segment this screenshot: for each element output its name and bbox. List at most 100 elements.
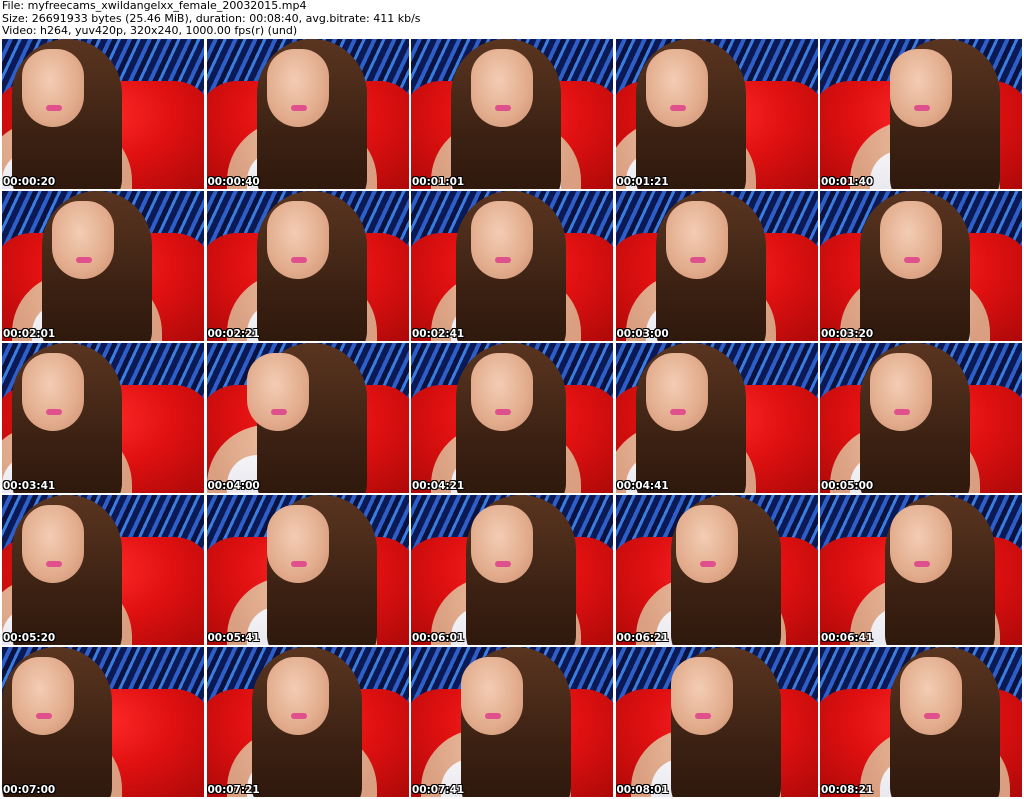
thumbnail-timestamp: 00:06:41 (821, 632, 874, 644)
video-thumbnail: 00:07:00 (2, 647, 204, 797)
person-face (645, 49, 708, 127)
video-thumbnail: 00:08:21 (820, 647, 1022, 797)
video-thumbnail: 00:06:41 (820, 495, 1022, 645)
person-lips (669, 105, 686, 111)
person-face (870, 353, 932, 431)
person-lips (495, 409, 511, 415)
person-face (22, 505, 84, 583)
thumbnail-timestamp: 00:07:00 (3, 784, 56, 796)
person-lips (914, 105, 930, 111)
person-face (266, 49, 329, 127)
person-lips (46, 409, 62, 415)
person-lips (270, 409, 287, 415)
person-lips (694, 713, 711, 719)
video-thumbnail: 00:06:01 (411, 495, 613, 645)
thumbnail-timestamp: 00:02:21 (207, 328, 260, 340)
video-thumbnail: 00:04:21 (411, 343, 613, 493)
person-lips (894, 409, 910, 415)
video-info-line: Video: h264, yuv420p, 320x240, 1000.00 f… (2, 24, 298, 37)
thumbnail-timestamp: 00:04:00 (207, 480, 260, 492)
video-thumbnail: 00:05:41 (206, 495, 409, 645)
person-face (471, 49, 533, 127)
person-face (22, 353, 84, 431)
thumbnail-timestamp: 00:00:20 (3, 176, 56, 188)
person-face (665, 201, 728, 279)
person-lips (495, 561, 511, 567)
file-name-line: File: myfreecams_xwildangelxx_female_200… (2, 0, 307, 12)
person-lips (495, 257, 511, 263)
person-lips (290, 257, 307, 263)
video-thumbnail: 00:01:21 (615, 39, 818, 189)
thumbnail-timestamp: 00:05:20 (3, 632, 56, 644)
thumbnail-timestamp: 00:06:21 (616, 632, 669, 644)
person-face (52, 201, 114, 279)
person-face (22, 49, 84, 127)
person-face (471, 353, 533, 431)
file-info-header: File: myfreecams_xwildangelxx_female_200… (2, 0, 1022, 38)
person-lips (924, 713, 940, 719)
thumbnail-timestamp: 00:01:21 (616, 176, 669, 188)
video-thumbnail: 00:02:21 (206, 191, 409, 341)
thumbnail-timestamp: 00:01:01 (412, 176, 465, 188)
video-thumbnail: 00:04:41 (615, 343, 818, 493)
video-thumbnail: 00:06:21 (615, 495, 818, 645)
person-face (890, 49, 952, 127)
thumbnail-timestamp: 00:07:41 (412, 784, 465, 796)
thumbnail-timestamp: 00:05:00 (821, 480, 874, 492)
person-face (890, 505, 952, 583)
video-thumbnail: 00:04:00 (206, 343, 409, 493)
video-thumbnail: 00:03:00 (615, 191, 818, 341)
person-lips (46, 561, 62, 567)
video-thumbnail: 00:07:41 (411, 647, 613, 797)
person-face (246, 353, 309, 431)
person-face (266, 505, 329, 583)
video-thumbnail: 00:03:20 (820, 191, 1022, 341)
person-face (461, 657, 523, 735)
video-thumbnail: 00:05:20 (2, 495, 204, 645)
person-lips (689, 257, 706, 263)
person-lips (485, 713, 501, 719)
person-lips (76, 257, 92, 263)
thumbnail-timestamp: 00:03:20 (821, 328, 874, 340)
person-lips (36, 713, 52, 719)
thumbnail-timestamp: 00:07:21 (207, 784, 260, 796)
thumbnail-timestamp: 00:02:01 (3, 328, 56, 340)
person-lips (290, 105, 307, 111)
thumbnail-timestamp: 00:00:40 (207, 176, 260, 188)
person-lips (495, 105, 511, 111)
video-thumbnail: 00:03:41 (2, 343, 204, 493)
person-lips (914, 561, 930, 567)
thumbnail-timestamp: 00:01:40 (821, 176, 874, 188)
thumbnail-timestamp: 00:02:41 (412, 328, 465, 340)
person-face (880, 201, 942, 279)
person-face (670, 657, 733, 735)
thumbnail-grid: 00:00:20 00:00:40 00:01:01 00:01:21 00:01:40… (2, 39, 1022, 797)
video-thumbnail: 00:01:01 (411, 39, 613, 189)
video-thumbnail: 00:05:00 (820, 343, 1022, 493)
thumbnail-timestamp: 00:03:00 (616, 328, 669, 340)
person-lips (699, 561, 716, 567)
video-thumbnail: 00:02:41 (411, 191, 613, 341)
person-lips (290, 713, 307, 719)
thumbnail-timestamp: 00:04:41 (616, 480, 669, 492)
person-face (471, 505, 533, 583)
thumbnail-timestamp: 00:03:41 (3, 480, 56, 492)
thumbnail-timestamp: 00:04:21 (412, 480, 465, 492)
person-face (266, 657, 329, 735)
video-thumbnail: 00:07:21 (206, 647, 409, 797)
person-lips (904, 257, 920, 263)
video-thumbnail: 00:08:01 (615, 647, 818, 797)
person-lips (669, 409, 686, 415)
thumbnail-timestamp: 00:08:01 (616, 784, 669, 796)
video-thumbnail: 00:01:40 (820, 39, 1022, 189)
person-lips (290, 561, 307, 567)
video-thumbnail: 00:00:40 (206, 39, 409, 189)
person-face (266, 201, 329, 279)
thumbnail-timestamp: 00:06:01 (412, 632, 465, 644)
video-thumbnail: 00:00:20 (2, 39, 204, 189)
person-lips (46, 105, 62, 111)
person-face (675, 505, 738, 583)
person-face (900, 657, 962, 735)
person-face (471, 201, 533, 279)
thumbnail-timestamp: 00:08:21 (821, 784, 874, 796)
